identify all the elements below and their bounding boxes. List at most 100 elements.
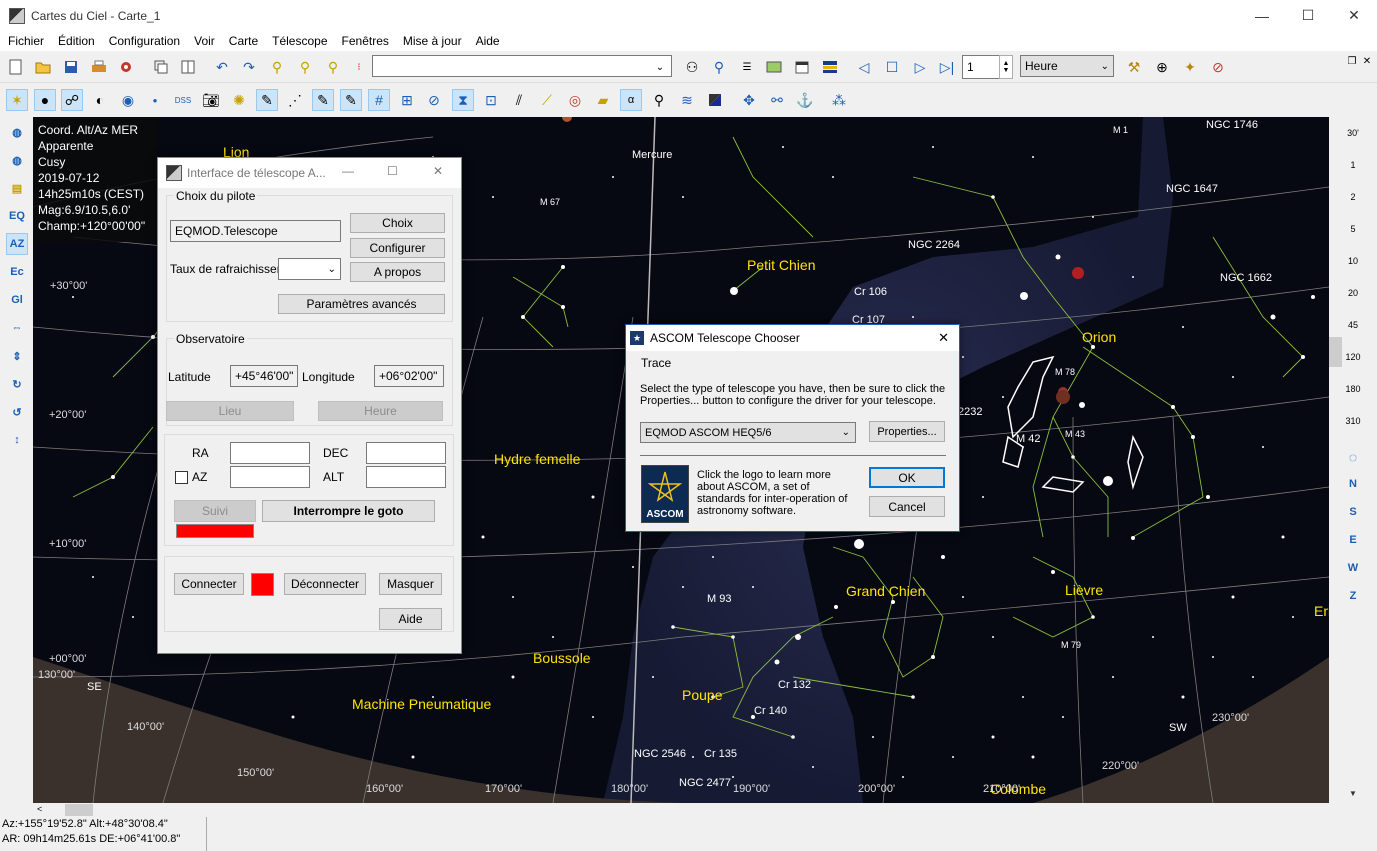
observer-icon[interactable]: ✦	[1179, 56, 1201, 78]
zenith-icon[interactable]: ◌	[1329, 449, 1377, 465]
close-child-icon[interactable]: ✕	[1360, 54, 1374, 68]
ruler-icon[interactable]: ▰	[592, 89, 614, 111]
time-button[interactable]: Heure	[318, 401, 443, 421]
zoom-45[interactable]: 45	[1329, 320, 1377, 330]
chevron-down-icon[interactable]: ⌄	[650, 56, 670, 78]
menu-edition[interactable]: Édition	[50, 34, 101, 48]
ok-button[interactable]: OK	[869, 467, 945, 488]
move-icon[interactable]: ✥	[738, 89, 760, 111]
vertical-arrows-icon[interactable]: ↕	[6, 429, 28, 451]
gl-projection-button[interactable]: Gl	[6, 289, 28, 311]
rotate-right-icon[interactable]: ↻	[6, 373, 28, 395]
no-sign-icon[interactable]: ⊘	[1207, 56, 1229, 78]
grid-icon[interactable]: #	[368, 89, 390, 111]
stars-icon[interactable]: ✶	[6, 89, 28, 111]
copy-window-icon[interactable]	[150, 56, 172, 78]
zoom-20[interactable]: 20	[1329, 288, 1377, 298]
time-unit-select[interactable]: Heure ⌄	[1020, 55, 1114, 77]
alt-field[interactable]	[366, 466, 446, 488]
disconnect-button[interactable]: Déconnecter	[284, 573, 366, 595]
hide-button[interactable]: Masquer	[379, 573, 442, 595]
view-west-button[interactable]: W	[1329, 562, 1377, 574]
pencil-icon[interactable]: ✎	[256, 89, 278, 111]
ra-field[interactable]	[230, 442, 310, 464]
zoom-5[interactable]: 5	[1329, 224, 1377, 234]
frame-icon[interactable]: ⊡	[480, 89, 502, 111]
time-step-input[interactable]: 1	[962, 55, 1000, 79]
zoom-180[interactable]: 180	[1329, 384, 1377, 394]
az-field[interactable]	[230, 466, 310, 488]
list-icon[interactable]: ☰	[736, 56, 758, 78]
telescope-select[interactable]: EQMOD ASCOM HEQ5/6 ⌄	[640, 422, 856, 443]
flip-horizontal-icon[interactable]: ⇔	[6, 317, 28, 339]
trace-menu[interactable]: Trace	[641, 356, 671, 370]
view-zenith-button[interactable]: Z	[1329, 590, 1377, 602]
zoom-310[interactable]: 310	[1329, 416, 1377, 426]
open-folder-icon[interactable]	[32, 56, 54, 78]
advanced-settings-button[interactable]: Paramètres avancés	[278, 294, 445, 314]
galaxy-icon[interactable]: ☍	[61, 89, 83, 111]
telescope-icon[interactable]: ⚒	[1123, 56, 1145, 78]
landscape-icon[interactable]	[763, 56, 785, 78]
flip-vertical-icon[interactable]: ⇕	[6, 345, 28, 367]
horizontal-scrollbar[interactable]: <	[33, 803, 1329, 817]
zoom-out-icon[interactable]: ⚲	[294, 56, 316, 78]
horizon-line-icon[interactable]: ≋	[676, 89, 698, 111]
camera-icon[interactable]: 📷︎	[200, 89, 222, 111]
zoom-1[interactable]: 1	[1329, 160, 1377, 170]
refresh-rate-select[interactable]: ⌄	[278, 258, 341, 280]
asteroid-icon[interactable]: ●	[144, 89, 166, 111]
ascom-logo[interactable]: ASCOM	[641, 465, 689, 523]
compass-icon[interactable]: ⊘	[423, 89, 445, 111]
close-button[interactable]: ✕	[433, 164, 443, 178]
zoom-in-icon[interactable]: ⚲	[266, 56, 288, 78]
anchor-icon[interactable]: ⚓	[794, 89, 816, 111]
crosshair-icon[interactable]: ⊕	[1151, 56, 1173, 78]
latitude-field[interactable]: +45°46'00"	[230, 365, 298, 387]
print-icon[interactable]	[88, 56, 110, 78]
zoom-30min[interactable]: 30'	[1329, 128, 1377, 138]
connect-button[interactable]: Connecter	[174, 573, 244, 595]
zoom-10[interactable]: 10	[1329, 256, 1377, 266]
zoom-fit-icon[interactable]: ⚲	[322, 56, 344, 78]
label-icon[interactable]: ⚲	[648, 89, 670, 111]
grid-labels-icon[interactable]: ⊞	[396, 89, 418, 111]
configure-button[interactable]: Configurer	[350, 238, 445, 258]
alpha-icon[interactable]: α	[620, 89, 642, 111]
track-button[interactable]: Suivi	[174, 500, 256, 522]
person-search-icon[interactable]: ⚲	[708, 56, 730, 78]
milkyway-icon[interactable]: ◐	[89, 89, 111, 111]
solar-system-icon[interactable]: ⁂	[828, 89, 850, 111]
orbit-icon[interactable]: ◍	[6, 149, 28, 171]
step-back-icon[interactable]: ◁	[853, 56, 875, 78]
driver-field[interactable]: EQMOD.Telescope	[170, 220, 341, 242]
planet-icon[interactable]: ◉	[117, 89, 139, 111]
find-object-icon[interactable]: ⁝	[348, 56, 370, 78]
settings-gear-icon[interactable]	[115, 56, 137, 78]
menu-fenetres[interactable]: Fenêtres	[334, 34, 395, 48]
maximize-button[interactable]: ☐	[387, 164, 398, 178]
close-button[interactable]: ✕	[1331, 0, 1377, 31]
menu-telescope[interactable]: Télescope	[264, 34, 333, 48]
az-checkbox[interactable]	[175, 471, 188, 484]
close-button[interactable]: ✕	[938, 330, 949, 346]
menu-fichier[interactable]: Fichier	[0, 34, 50, 48]
menu-voir[interactable]: Voir	[186, 34, 221, 48]
globe-icon[interactable]: ◍	[6, 121, 28, 143]
chart-icon[interactable]: ▤	[6, 177, 28, 199]
scroll-down-icon[interactable]: ▼	[1329, 789, 1377, 798]
about-button[interactable]: A propos	[350, 262, 445, 282]
longitude-field[interactable]: +06°02'00"	[374, 365, 444, 387]
eq-projection-button[interactable]: EQ	[6, 205, 28, 227]
dss-icon[interactable]: DSS	[172, 89, 194, 111]
menu-aide[interactable]: Aide	[468, 34, 506, 48]
figure-icon[interactable]: ✎	[340, 89, 362, 111]
nebula-icon[interactable]: ●	[34, 89, 56, 111]
view-south-button[interactable]: S	[1329, 506, 1377, 518]
menu-mise-a-jour[interactable]: Mise à jour	[395, 34, 468, 48]
binoculars-icon[interactable]: ⚇	[681, 56, 703, 78]
save-icon[interactable]	[60, 56, 82, 78]
choose-button[interactable]: Choix	[350, 213, 445, 233]
minimize-button[interactable]: —	[1239, 0, 1285, 31]
calendar-icon[interactable]	[791, 56, 813, 78]
